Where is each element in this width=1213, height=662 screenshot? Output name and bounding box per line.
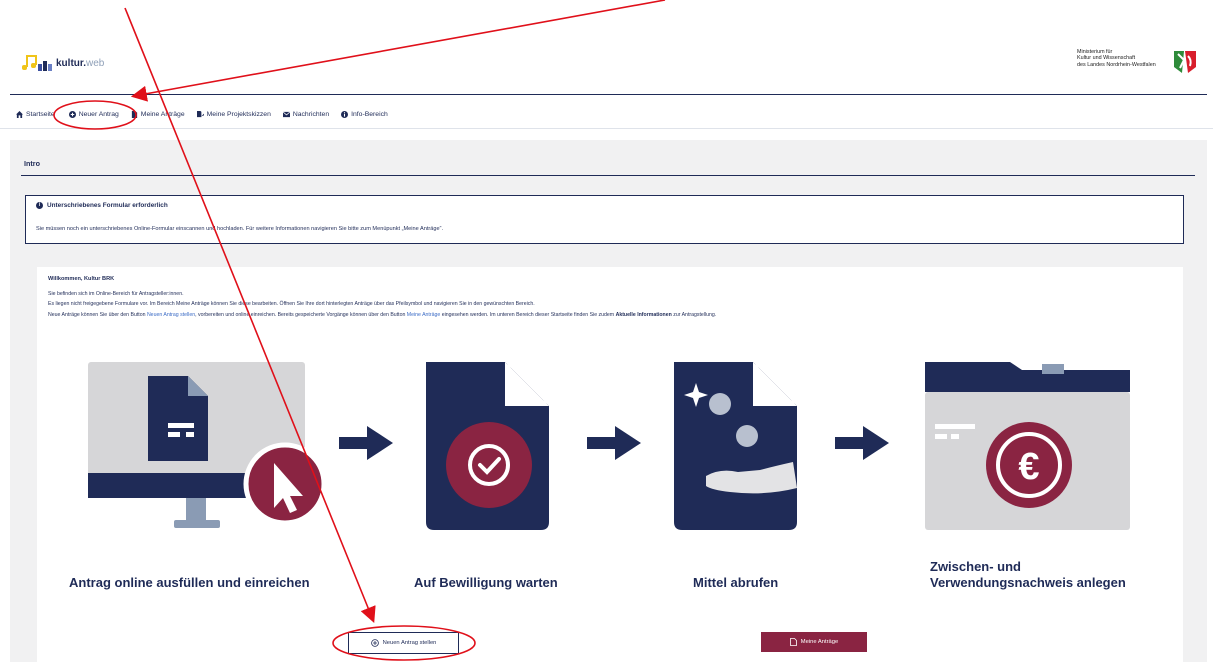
nav-item-nachrichten[interactable]: Nachrichten (282, 110, 330, 118)
nav-item-label: Info-Bereich (351, 110, 388, 118)
sketch-icon (196, 110, 204, 117)
step-label-line: Verwendungsnachweis anlegen (930, 575, 1126, 590)
nav-item-meine-projektskizzen[interactable]: Meine Projektskizzen (196, 110, 271, 118)
nav-item-label: Meine Anträge (140, 110, 185, 118)
envelope-icon (282, 111, 290, 117)
new-application-link[interactable]: Neuen Antrag stellen (147, 312, 195, 318)
welcome-text-line: Neue Anträge können Sie über den Button … (48, 312, 716, 318)
document-icon (789, 638, 797, 646)
ministry-line: des Landes Nordrhein-Westfalen (1077, 61, 1156, 68)
nav-item-neuer-antrag[interactable]: Neuer Antrag (68, 110, 119, 118)
step-label-submit: Antrag online ausfüllen und einreichen (69, 575, 310, 590)
main-navigation: Startseite Neuer Antrag Meine Anträge Me… (16, 108, 400, 120)
nav-item-label: Startseite (26, 110, 55, 118)
alert-title: i Unterschriebenes Formular erforderlich (36, 202, 168, 209)
document-icon (131, 110, 137, 118)
header: kultur.web Ministerium für Kultur und Wi… (0, 0, 1213, 96)
text-fragment: , vorbereiten und online einreichen. Ber… (195, 312, 407, 318)
intro-title: Intro (24, 159, 40, 168)
welcome-text-line: Sie befinden sich im Online-Bereich für … (48, 291, 184, 297)
logo-text-light: web (86, 57, 105, 69)
current-info-emphasis: Aktuelle Informationen (615, 312, 672, 318)
step-label-wait: Auf Bewilligung warten (414, 575, 558, 590)
nav-item-label: Nachrichten (292, 110, 330, 118)
nav-item-label: Meine Projektskizzen (206, 110, 271, 118)
signed-form-alert: i Unterschriebenes Formular erforderlich… (25, 195, 1184, 244)
intro-divider (21, 175, 1195, 176)
nav-item-startseite[interactable]: Startseite (16, 110, 55, 118)
home-icon (16, 110, 23, 118)
button-label: Meine Anträge (800, 639, 839, 645)
logo-text-bold: kultur. (56, 57, 87, 69)
info-icon (341, 110, 349, 118)
plus-circle-icon (370, 639, 379, 647)
info-icon: i (36, 202, 43, 209)
text-fragment: Neue Anträge können Sie über den Button (48, 312, 147, 318)
my-applications-button[interactable]: Meine Anträge (761, 632, 867, 652)
step-label-funds: Mittel abrufen (693, 575, 779, 590)
welcome-text-line: Es liegen nicht freigegebene Formulare v… (48, 301, 535, 307)
plus-circle-icon (68, 110, 76, 118)
text-fragment: zur Antragstellung. (671, 312, 717, 318)
nav-item-meine-antraege[interactable]: Meine Anträge (131, 110, 185, 118)
step-label-proof: Zwischen- und Verwendungsnachweis anlege… (930, 559, 1126, 591)
music-notes-icon (22, 55, 52, 71)
step-label-line: Zwischen- und (930, 559, 1021, 574)
text-fragment: eingesehen werden. Im unteren Bereich di… (440, 312, 616, 318)
nrw-coat-of-arms-icon (1174, 51, 1196, 73)
welcome-panel: Willkommen, Kultur BRK Sie befinden sich… (37, 267, 1183, 662)
ministry-name: Ministerium für Kultur und Wissenschaft … (1077, 49, 1177, 68)
header-divider (10, 94, 1207, 95)
new-application-button[interactable]: Neuen Antrag stellen (348, 632, 459, 654)
alert-text: Sie müssen noch ein unterschriebenes Onl… (36, 226, 444, 232)
kulturweb-logo[interactable]: kultur.web (20, 52, 104, 74)
welcome-title: Willkommen, Kultur BRK (48, 276, 115, 282)
nav-item-label: Neuer Antrag (78, 110, 119, 118)
alert-title-text: Unterschriebenes Formular erforderlich (47, 202, 168, 209)
nav-item-info-bereich[interactable]: Info-Bereich (341, 110, 388, 118)
nav-divider (0, 128, 1213, 129)
my-applications-link[interactable]: Meine Anträge (407, 312, 440, 318)
button-label: Neuen Antrag stellen (382, 640, 437, 646)
